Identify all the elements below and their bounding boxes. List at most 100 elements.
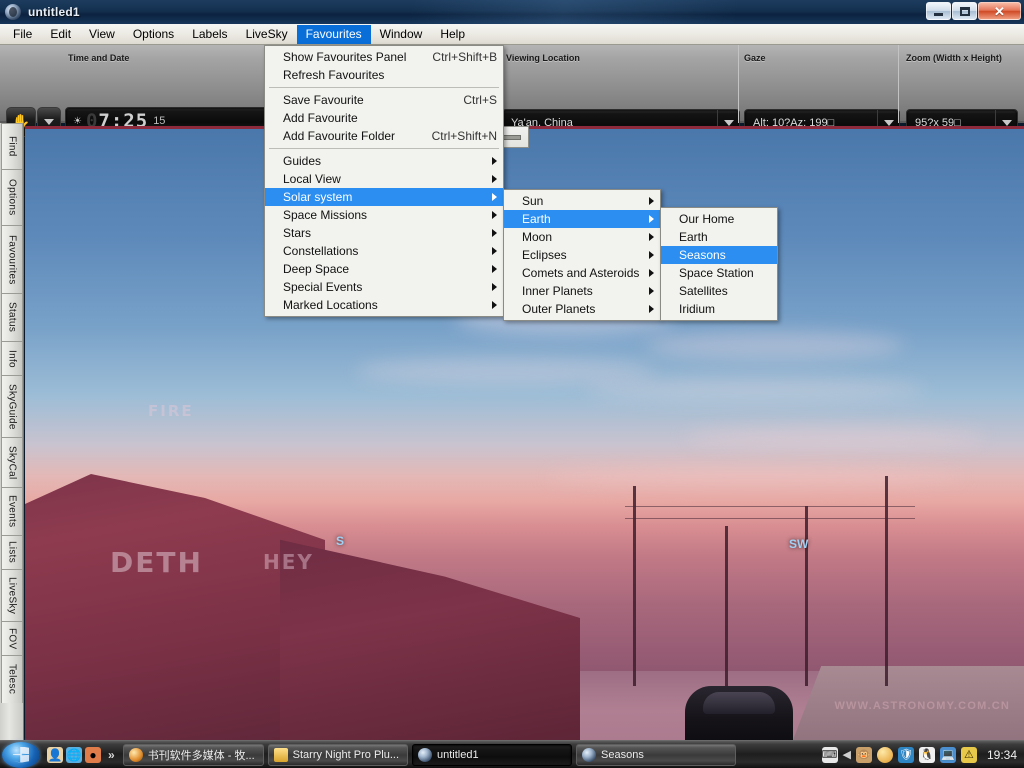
menu-item-accel: Ctrl+S (463, 93, 497, 107)
monkey-icon[interactable]: 🐵 (855, 746, 872, 763)
menu-item-earth[interactable]: Earth (504, 210, 660, 228)
toolbar-divider-3 (898, 45, 899, 123)
watermark: WWW.ASTRONOMY.COM.CN (834, 700, 1010, 712)
penguin-icon[interactable]: 🐧 (918, 746, 935, 763)
menu-item-iridium[interactable]: Iridium (661, 300, 777, 318)
menu-item-marked-locations[interactable]: Marked Locations (265, 296, 503, 314)
menu-item-space-missions[interactable]: Space Missions (265, 206, 503, 224)
taskbar-button-starry-night[interactable]: Starry Night Pro Plu... (267, 743, 409, 766)
menu-item-label: Our Home (679, 212, 735, 226)
submenu-arrow-icon (492, 301, 497, 309)
menu-file[interactable]: File (4, 25, 41, 44)
menu-item-label: Space Station (679, 266, 754, 280)
power-line (625, 518, 915, 519)
menu-item-solar-system[interactable]: Solar system (265, 188, 503, 206)
sidebar-tab-events[interactable]: Events (1, 487, 23, 535)
folder-icon (273, 747, 288, 762)
menu-livesky[interactable]: LiveSky (237, 25, 297, 44)
media-icon[interactable]: ● (85, 746, 101, 763)
warning-icon[interactable]: ⚠ (960, 746, 977, 763)
sidebar-tab-status[interactable]: Status (1, 293, 23, 341)
submenu-arrow-icon (492, 211, 497, 219)
quick-launch-overflow[interactable]: » (108, 748, 115, 762)
menu-labels[interactable]: Labels (183, 25, 236, 44)
chevron-left-icon[interactable]: ◀ (843, 748, 851, 761)
shield-icon[interactable]: 🛡 (897, 746, 914, 763)
cloud (685, 426, 985, 448)
menu-item-inner-planets[interactable]: Inner Planets (504, 282, 660, 300)
power-line (625, 506, 915, 507)
earth-submenu: Our Home Earth Seasons Space Station Sat… (660, 207, 778, 321)
cloud (355, 358, 655, 384)
menu-item-add-favourite-folder[interactable]: Add Favourite Folder Ctrl+Shift+N (265, 127, 503, 145)
menu-item-comets-and-asteroids[interactable]: Comets and Asteroids (504, 264, 660, 282)
sidebar-tab-info[interactable]: Info (1, 341, 23, 375)
submenu-arrow-icon (649, 233, 654, 241)
menu-view-label: View (89, 27, 115, 41)
menu-item-sun[interactable]: Sun (504, 192, 660, 210)
menu-item-constellations[interactable]: Constellations (265, 242, 503, 260)
time-and-date-group-label: Time and Date (68, 53, 130, 63)
taskbar-button-browser[interactable]: 书刊软件多媒体 - 牧... (122, 743, 264, 766)
sidebar-tab-livesky[interactable]: LiveSky (1, 569, 23, 621)
app-globe-icon (582, 747, 597, 762)
menu-item-deep-space[interactable]: Deep Space (265, 260, 503, 278)
user-icon[interactable]: 👤 (47, 746, 63, 763)
menu-item-stars[interactable]: Stars (265, 224, 503, 242)
maximize-button[interactable] (952, 2, 977, 20)
menu-item-save-favourite[interactable]: Save Favourite Ctrl+S (265, 91, 503, 109)
minimize-button[interactable] (926, 2, 951, 20)
sidebar-tab-skycal[interactable]: SkyCal (1, 437, 23, 487)
menu-item-label: Satellites (679, 284, 728, 298)
menu-item-our-home[interactable]: Our Home (661, 210, 777, 228)
menu-options[interactable]: Options (124, 25, 183, 44)
menu-item-label: Local View (283, 172, 341, 186)
sidebar-tab-find[interactable]: Find (1, 123, 23, 169)
menu-help[interactable]: Help (431, 25, 474, 44)
cloud (585, 378, 925, 402)
sidebar-tab-skyguide[interactable]: SkyGuide (1, 375, 23, 437)
menu-favourites[interactable]: Favourites (296, 24, 371, 44)
browser-icon[interactable]: 🌐 (66, 746, 82, 763)
submenu-arrow-icon (649, 305, 654, 313)
sidebar-tab-favourites[interactable]: Favourites (1, 225, 23, 293)
menu-item-refresh-favourites[interactable]: Refresh Favourites (265, 66, 503, 84)
taskbar: 👤 🌐 ● » 书刊软件多媒体 - 牧... Starry Night Pro … (0, 740, 1024, 768)
taskbar-button-label: 书刊软件多媒体 - 牧... (147, 749, 255, 762)
menu-separator (269, 87, 499, 88)
menu-item-moon[interactable]: Moon (504, 228, 660, 246)
menu-item-seasons[interactable]: Seasons (661, 246, 777, 264)
menu-item-satellites[interactable]: Satellites (661, 282, 777, 300)
menu-item-earth-detail[interactable]: Earth (661, 228, 777, 246)
menu-item-accel: Ctrl+Shift+B (432, 50, 498, 64)
submenu-arrow-icon (492, 157, 497, 165)
menu-item-outer-planets[interactable]: Outer Planets (504, 300, 660, 318)
network-icon[interactable]: 💻 (939, 746, 956, 763)
start-button[interactable] (2, 741, 40, 768)
menu-item-special-events[interactable]: Special Events (265, 278, 503, 296)
menu-labels-label: Labels (192, 27, 228, 41)
sidebar-tab-lists[interactable]: Lists (1, 535, 23, 569)
sidebar-tab-telescope[interactable]: Telesc (1, 655, 23, 703)
menu-item-local-view[interactable]: Local View (265, 170, 503, 188)
taskbar-button-seasons[interactable]: Seasons (576, 743, 737, 766)
menu-edit[interactable]: Edit (41, 25, 80, 44)
menu-item-eclipses[interactable]: Eclipses (504, 246, 660, 264)
close-button[interactable]: ✕ (978, 2, 1021, 20)
sidebar-tab-options[interactable]: Options (1, 169, 23, 225)
utility-pole (805, 506, 808, 686)
graffiti-text: DETH (110, 546, 203, 579)
menu-item-show-favourites-panel[interactable]: Show Favourites Panel Ctrl+Shift+B (265, 48, 503, 66)
taskbar-button-untitled1[interactable]: untitled1 (412, 743, 573, 766)
menu-item-label: Guides (283, 154, 322, 168)
menu-view[interactable]: View (80, 25, 124, 44)
sidebar-tab-fov[interactable]: FOV (1, 621, 23, 655)
keyboard-icon[interactable]: ⌨ (821, 746, 838, 763)
menu-item-guides[interactable]: Guides (265, 152, 503, 170)
balloon-icon[interactable] (876, 746, 893, 763)
menu-window[interactable]: Window (371, 25, 432, 44)
taskbar-clock[interactable]: 19:34 (987, 748, 1017, 762)
window-titlebar[interactable]: untitled1 ✕ (0, 0, 1024, 24)
menu-item-space-station[interactable]: Space Station (661, 264, 777, 282)
menu-item-add-favourite[interactable]: Add Favourite (265, 109, 503, 127)
